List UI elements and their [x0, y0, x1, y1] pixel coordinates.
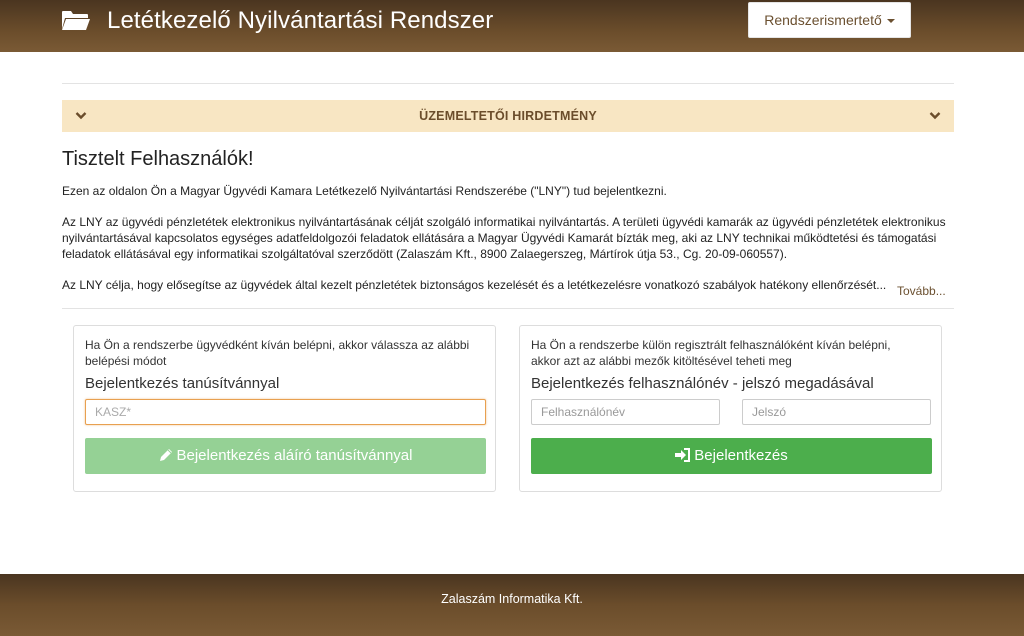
credentials-login-panel: Ha Ön a rendszerbe külön regisztrált fel…	[519, 325, 942, 492]
page-footer: Zalaszám Informatika Kft.	[0, 574, 1024, 636]
certificate-login-button-label: Bejelentkezés aláíró tanúsítvánnyal	[176, 447, 413, 464]
certificate-login-heading: Bejelentkezés tanúsítvánnyal	[85, 375, 280, 392]
notice-title: ÜZEMELTETŐI HIRDETMÉNY	[419, 109, 597, 123]
intro-paragraph: Ezen az oldalon Ön a Magyar Ügyvédi Kama…	[62, 184, 667, 198]
certificate-login-panel: Ha Ön a rendszerbe ügyvédként kíván belé…	[73, 325, 496, 492]
greeting-heading: Tisztelt Felhasználók!	[62, 148, 254, 170]
password-input[interactable]	[742, 399, 931, 425]
read-more-link[interactable]: Tovább...	[897, 283, 946, 299]
divider	[62, 83, 954, 84]
system-guide-label: Rendszerismertető	[764, 12, 882, 28]
sign-in-icon	[675, 448, 691, 462]
pencil-icon	[159, 449, 172, 461]
login-button-label: Bejelentkezés	[694, 447, 788, 464]
credentials-login-description: Ha Ön a rendszerbe külön regisztrált fel…	[531, 338, 891, 368]
certificate-login-description: Ha Ön a rendszerbe ügyvédként kíván belé…	[85, 338, 470, 368]
chevron-down-icon	[929, 112, 941, 120]
certificate-login-button[interactable]: Bejelentkezés aláíró tanúsítvánnyal	[85, 438, 486, 474]
top-navbar: Letétkezelő Nyilvántartási Rendszer Rend…	[0, 0, 1024, 52]
operator-notice-toggle[interactable]: ÜZEMELTETŐI HIRDETMÉNY	[62, 100, 954, 132]
system-guide-dropdown[interactable]: Rendszerismertető	[748, 2, 911, 38]
folder-open-icon	[62, 11, 90, 30]
chevron-down-icon	[75, 112, 87, 120]
intro-paragraph: Az LNY célja, hogy elősegítse az ügyvéde…	[62, 278, 887, 292]
kasz-input[interactable]	[85, 399, 486, 425]
app-title[interactable]: Letétkezelő Nyilvántartási Rendszer	[107, 6, 493, 36]
footer-company: Zalaszám Informatika Kft.	[441, 592, 583, 606]
credentials-login-heading: Bejelentkezés felhasználónév - jelszó me…	[531, 375, 874, 392]
login-button[interactable]: Bejelentkezés	[531, 438, 932, 474]
divider	[62, 308, 954, 309]
caret-down-icon	[886, 19, 895, 24]
intro-paragraph: Az LNY az ügyvédi pénzletétek elektronik…	[62, 215, 946, 261]
username-input[interactable]	[531, 399, 720, 425]
